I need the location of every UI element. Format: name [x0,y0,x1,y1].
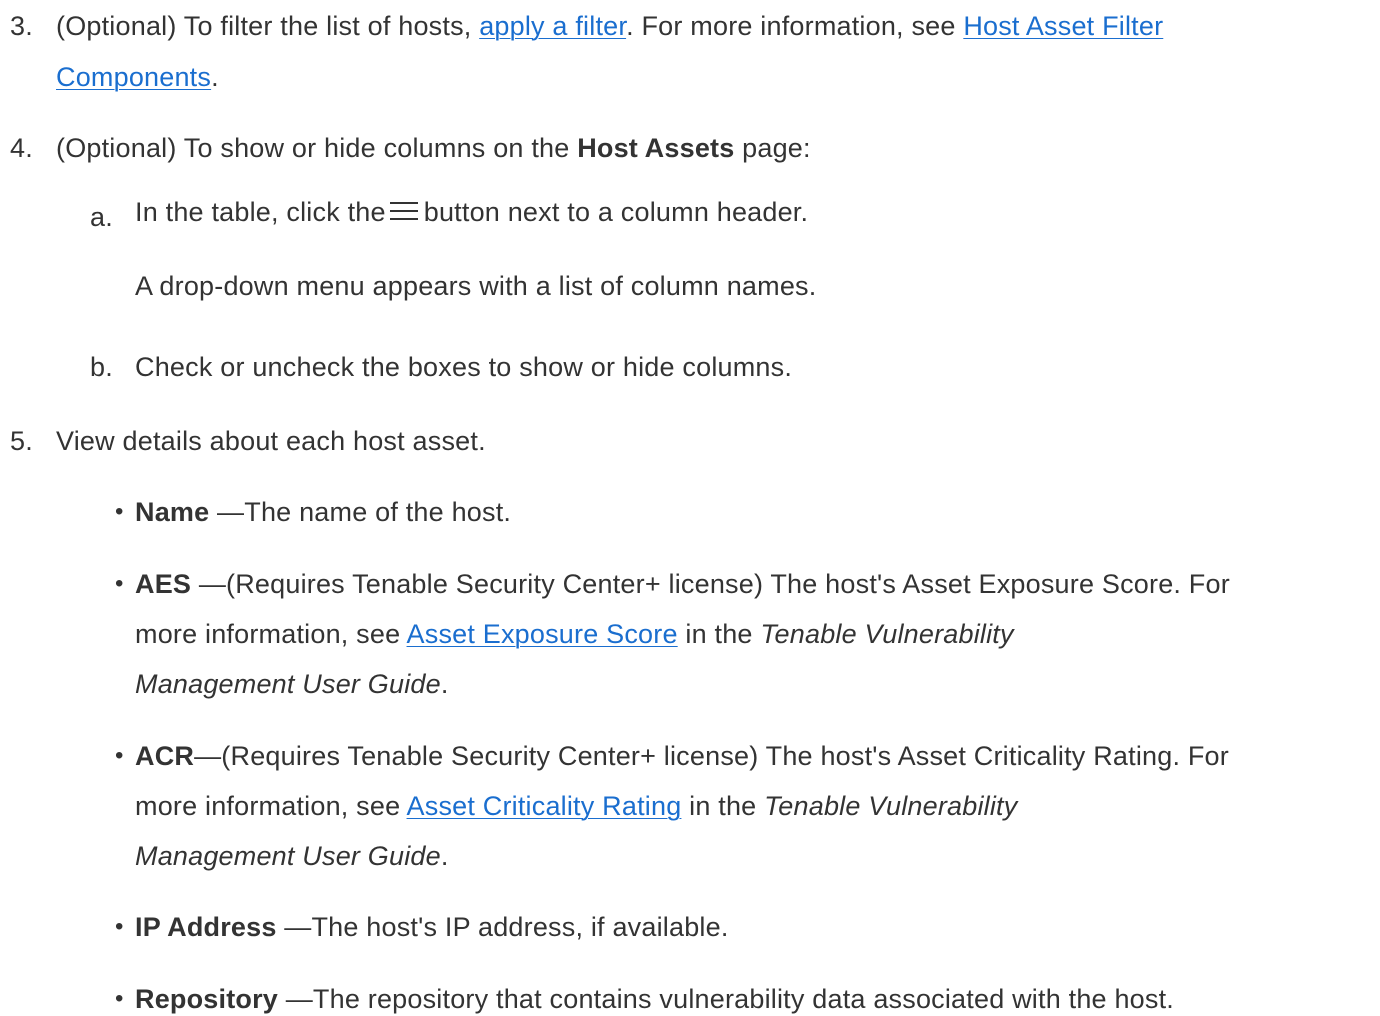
step-4b-line: Check or uncheck the boxes to show or hi… [135,352,793,382]
list-item-ip-address: IP Address —The host's IP address, if av… [135,910,729,944]
aes-guide-title-2: Management User Guide [135,669,441,699]
step-5-number: 5. [10,426,33,456]
bullet-icon: • [115,498,124,525]
hamburger-menu-icon [389,200,418,222]
step-4a-result: A drop-down menu appears with a list of … [135,271,817,301]
list-item-aes-line-3: Management User Guide. [135,667,449,701]
step-4-text: (Optional) To show or hide columns on th… [56,133,578,163]
step-4-number: 4. [10,133,33,163]
ip-address-label: IP Address [135,912,277,942]
aes-guide-title: Tenable Vulnerability [760,619,1014,649]
step-4a-text: In the table, click the [135,197,386,227]
acr-text: —(Requires Tenable Security Center+ lice… [194,741,1229,771]
aes-label: AES [135,569,192,599]
aes-text-b: more information, see [135,619,407,649]
step-4-text-b: page: [734,133,811,163]
acr-label: ACR [135,741,195,771]
step-3-end: . [211,62,219,92]
step-4a-text-b: button next to a column header. [423,197,809,227]
acr-text-b: more information, see [135,791,407,821]
aes-text-c: in the [677,619,761,649]
bullet-icon: • [115,742,124,769]
step-3-line-2: Components. [56,60,219,94]
step-3-text-b: . For more information, see [626,11,964,41]
repository-label: Repository [135,984,279,1014]
step-4a-line: In the table, click the button next to a … [135,195,808,229]
step-4-line: (Optional) To show or hide columns on th… [56,131,811,165]
list-item-aes-line-2: more information, see Asset Exposure Sco… [135,617,1014,651]
name-label: Name [135,497,210,527]
apply-filter-link[interactable]: apply a filter [479,11,626,41]
name-text: —The name of the host. [209,497,512,527]
aes-end: . [440,669,449,699]
repository-text: —The repository that contains vulnerabil… [278,984,1174,1014]
acr-end: . [440,841,449,871]
aes-text: —(Requires Tenable Security Center+ lice… [191,569,1230,599]
asset-exposure-score-link[interactable]: Asset Exposure Score [407,619,678,649]
asset-criticality-rating-link[interactable]: Asset Criticality Rating [407,791,682,821]
acr-guide-title: Tenable Vulnerability [764,791,1018,821]
step-4b-letter: b. [90,352,113,382]
step-5-line: View details about each host asset. [56,426,486,456]
list-item-aes-line-1: AES —(Requires Tenable Security Center+ … [135,567,1230,601]
ip-address-text: —The host's IP address, if available. [276,912,729,942]
bullet-icon: • [115,570,124,597]
list-item-name: Name —The name of the host. [135,495,511,529]
host-asset-filter-components-link[interactable]: Components [56,62,211,92]
host-asset-filter-link[interactable]: Host Asset Filter [963,11,1163,41]
acr-text-c: in the [681,791,765,821]
list-item-repository: Repository —The repository that contains… [135,982,1174,1016]
list-item-acr-line-2: more information, see Asset Criticality … [135,789,1017,823]
bullet-icon: • [115,913,124,940]
list-item-acr-line-1: ACR—(Requires Tenable Security Center+ l… [135,739,1229,773]
step-3-text: (Optional) To filter the list of hosts, [56,11,480,41]
step-3-line-1: (Optional) To filter the list of hosts, … [56,9,1163,43]
bullet-icon: • [115,985,124,1012]
host-assets-label: Host Assets [577,133,735,163]
step-3-number: 3. [10,11,33,41]
list-item-acr-line-3: Management User Guide. [135,839,449,873]
step-4a-letter: a. [90,202,113,232]
acr-guide-title-2: Management User Guide [135,841,441,871]
